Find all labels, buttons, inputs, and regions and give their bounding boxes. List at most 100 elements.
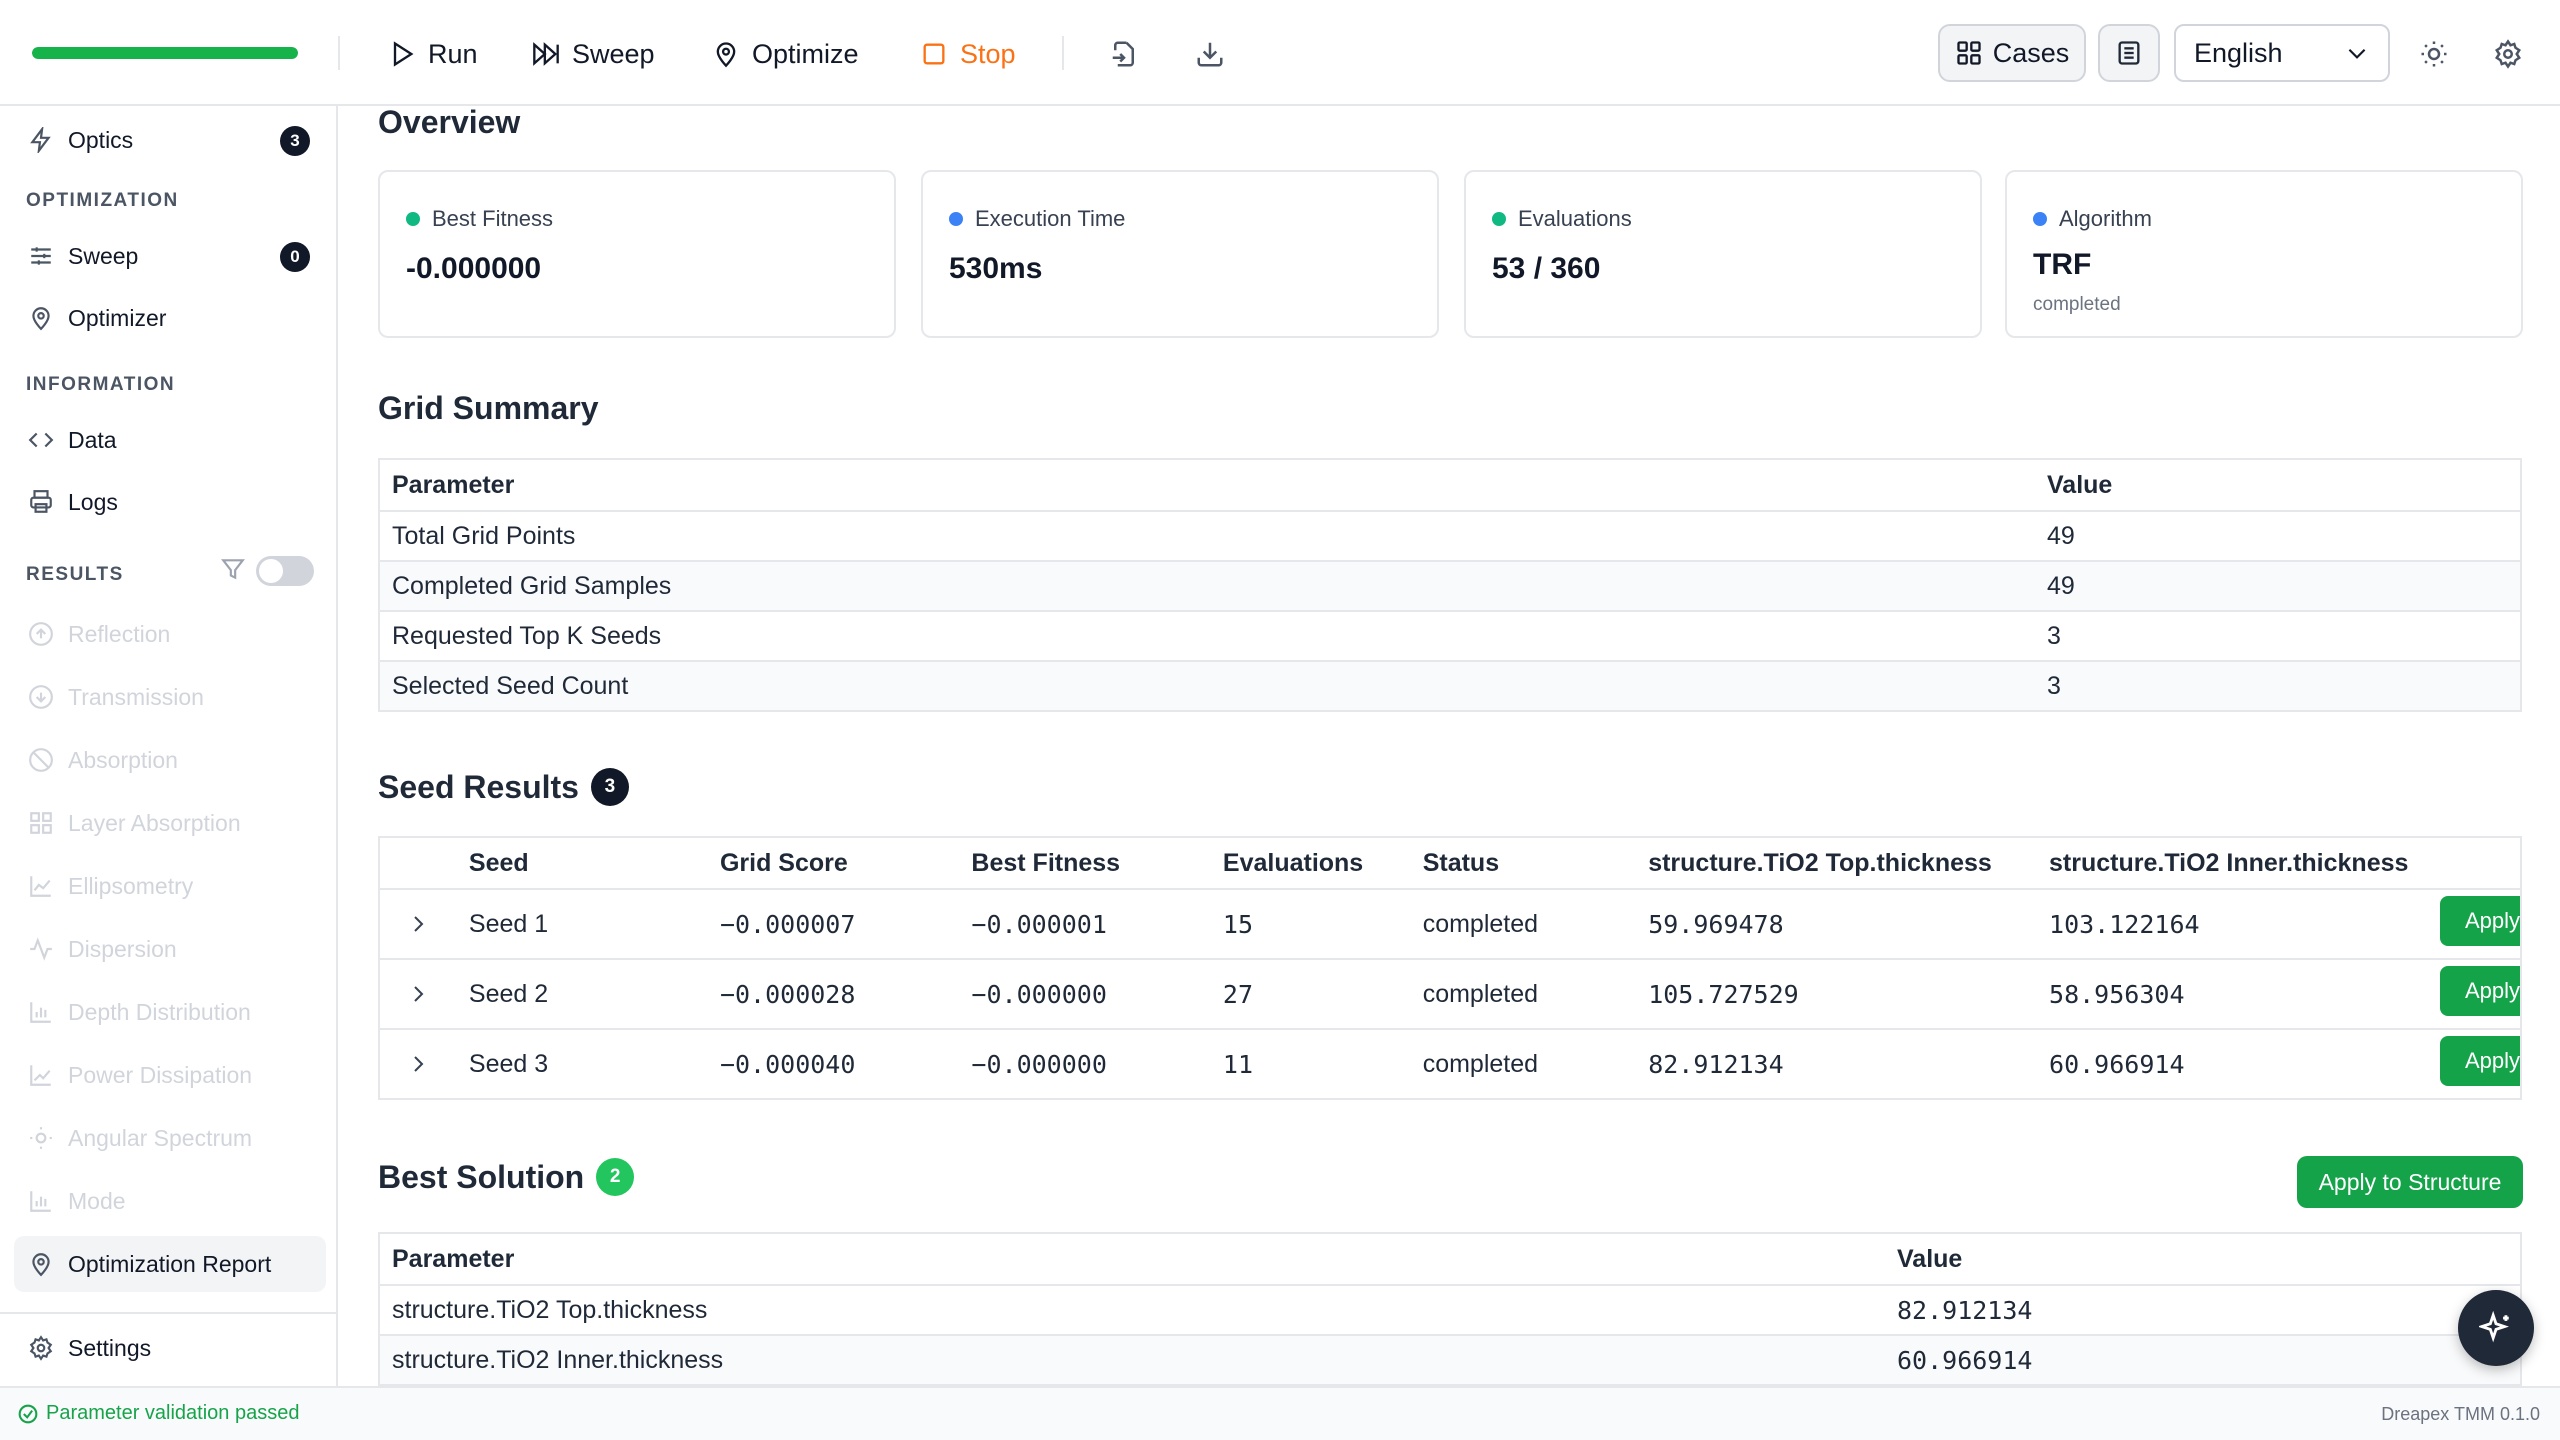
sidebar-item-power-dissipation[interactable]: Power Dissipation: [14, 1047, 326, 1103]
section-heading-results: RESULTS: [26, 564, 124, 585]
sidebar-item-label: Angular Spectrum: [68, 1124, 253, 1151]
chevron-right-icon[interactable]: [406, 982, 430, 1006]
sidebar-item-layer-absorption[interactable]: Layer Absorption: [14, 795, 326, 851]
section-heading-optimization: OPTIMIZATION: [26, 190, 179, 211]
cases-label: Cases: [1992, 37, 2070, 68]
table-cell: −0.000000: [971, 1049, 1107, 1079]
column-header: Value: [2035, 459, 2521, 512]
sidebar-item-logs[interactable]: Logs: [14, 474, 326, 530]
status-dot: [406, 212, 420, 226]
chevron-right-icon[interactable]: [406, 912, 430, 936]
stat-card-execution-time: Execution Time 530ms: [921, 170, 1439, 338]
table-cell: Seed 1: [456, 889, 708, 960]
sidebar-item-label: Layer Absorption: [68, 809, 241, 836]
table-cell: Seed 2: [456, 959, 708, 1030]
progress-bar: [32, 47, 298, 59]
stop-button[interactable]: Stop: [920, 30, 1016, 78]
sidebar-item-optimizer[interactable]: Optimizer: [14, 290, 326, 346]
card-note: completed: [2033, 294, 2121, 315]
apply-seed-button[interactable]: Apply: [2440, 895, 2520, 946]
table-cell: 82.912134: [1885, 1285, 2521, 1336]
line-chart-icon: [30, 1065, 51, 1086]
sidebar-item-optics[interactable]: Optics 3: [14, 112, 326, 168]
sweep-label: Sweep: [572, 38, 655, 69]
download-button[interactable]: [1188, 32, 1232, 76]
sun-icon: [30, 1127, 52, 1149]
section-title-seed-results: Seed Results 3: [378, 768, 629, 806]
expand-cell[interactable]: [379, 1029, 457, 1099]
download-icon: [1197, 42, 1223, 67]
docs-button[interactable]: [2098, 24, 2160, 82]
sidebar-item-ellipsometry[interactable]: Ellipsometry: [14, 858, 326, 914]
bolt-icon: [30, 127, 51, 153]
sidebar-item-data[interactable]: Data: [14, 412, 326, 468]
table-cell: 3: [2035, 661, 2521, 711]
card-label: Algorithm: [2033, 206, 2152, 232]
column-header: Parameter: [379, 459, 2035, 512]
count-badge: 2: [596, 1158, 635, 1196]
seed-results-table: Seed Grid Score Best Fitness Evaluations…: [378, 836, 2522, 1100]
expand-cell[interactable]: [379, 889, 457, 960]
ai-assistant-button[interactable]: [2458, 1290, 2534, 1366]
table-cell: 27: [1210, 959, 1411, 1030]
activity-icon: [30, 937, 52, 961]
settings-button[interactable]: [2486, 32, 2530, 76]
card-value: 53 / 360: [1492, 252, 1601, 285]
table-row: Selected Seed Count 3: [379, 661, 2521, 711]
map-pin-icon: [32, 307, 50, 331]
sidebar-item-absorption[interactable]: Absorption: [14, 732, 326, 788]
sidebar-item-label: Settings: [68, 1334, 152, 1361]
sidebar-item-label: Dispersion: [68, 935, 177, 962]
sidebar-item-transmission[interactable]: Transmission: [14, 669, 326, 725]
grid-icon: [1957, 41, 1981, 65]
bar-chart-icon: [30, 1002, 51, 1023]
sidebar-item-optimization-report[interactable]: Optimization Report: [14, 1236, 326, 1292]
area-chart-icon: [30, 876, 51, 897]
stat-card-evaluations: Evaluations 53 / 360: [1464, 170, 1982, 338]
cases-button[interactable]: Cases: [1938, 24, 2086, 82]
sidebar-item-sweep[interactable]: Sweep 0: [14, 228, 326, 284]
card-value: TRF: [2033, 248, 2092, 281]
column-header-actions: [2440, 837, 2521, 890]
table-cell: Seed 3: [468, 1049, 549, 1078]
stop-label: Stop: [960, 38, 1016, 69]
optimize-button[interactable]: Optimize: [712, 30, 859, 78]
sidebar-item-dispersion[interactable]: Dispersion: [14, 921, 326, 977]
table-cell: completed: [1422, 1049, 1539, 1078]
sidebar-item-angular-spectrum[interactable]: Angular Spectrum: [14, 1110, 326, 1166]
sidebar-divider: [0, 1312, 336, 1314]
sidebar-item-label: Mode: [68, 1187, 126, 1214]
sidebar-item-label: Power Dissipation: [68, 1061, 253, 1088]
table-cell: structure.TiO2 Inner.thickness: [379, 1335, 1885, 1385]
column-header: structure.TiO2 Inner.thickness: [2037, 837, 2440, 890]
table-row: structure.TiO2 Top.thickness 82.912134: [379, 1285, 2521, 1336]
sidebar-item-depth-distribution[interactable]: Depth Distribution: [14, 984, 326, 1040]
sidebar-item-reflection[interactable]: Reflection: [14, 606, 326, 662]
apply-seed-button[interactable]: Apply: [2440, 1035, 2520, 1086]
sidebar-item-label: Optimizer: [68, 304, 167, 331]
file-import-icon: [1112, 41, 1134, 67]
apply-seed-button[interactable]: Apply: [2440, 965, 2520, 1016]
table-cell: 103.122164: [2037, 889, 2440, 960]
table-row: Completed Grid Samples 49: [379, 561, 2521, 612]
apply-to-structure-button[interactable]: Apply to Structure: [2297, 1156, 2523, 1208]
filter-icon[interactable]: [220, 556, 246, 582]
table-cell: −0.000000: [959, 959, 1211, 1030]
run-button[interactable]: Run: [388, 30, 478, 78]
sidebar-item-mode[interactable]: Mode: [14, 1173, 326, 1229]
results-filter-toggle[interactable]: [256, 556, 314, 586]
expand-cell[interactable]: [379, 959, 457, 1030]
column-header: Evaluations: [1210, 837, 1411, 890]
import-button[interactable]: [1102, 32, 1146, 76]
table-cell: −0.000001: [959, 889, 1211, 960]
language-select[interactable]: English: [2174, 24, 2390, 82]
sweep-button[interactable]: Sweep: [532, 30, 655, 78]
chevron-right-icon[interactable]: [406, 1052, 430, 1076]
column-header: Value: [1885, 1233, 2521, 1286]
section-title-overview: Overview: [378, 106, 520, 141]
section-title-best-solution: Best Solution 2: [378, 1158, 635, 1196]
sidebar-item-settings[interactable]: Settings: [14, 1320, 326, 1376]
theme-toggle-button[interactable]: [2412, 32, 2456, 76]
table-cell: −0.000007: [707, 889, 960, 960]
main-content: Overview Best Fitness -0.000000 Executio…: [340, 106, 2560, 1386]
